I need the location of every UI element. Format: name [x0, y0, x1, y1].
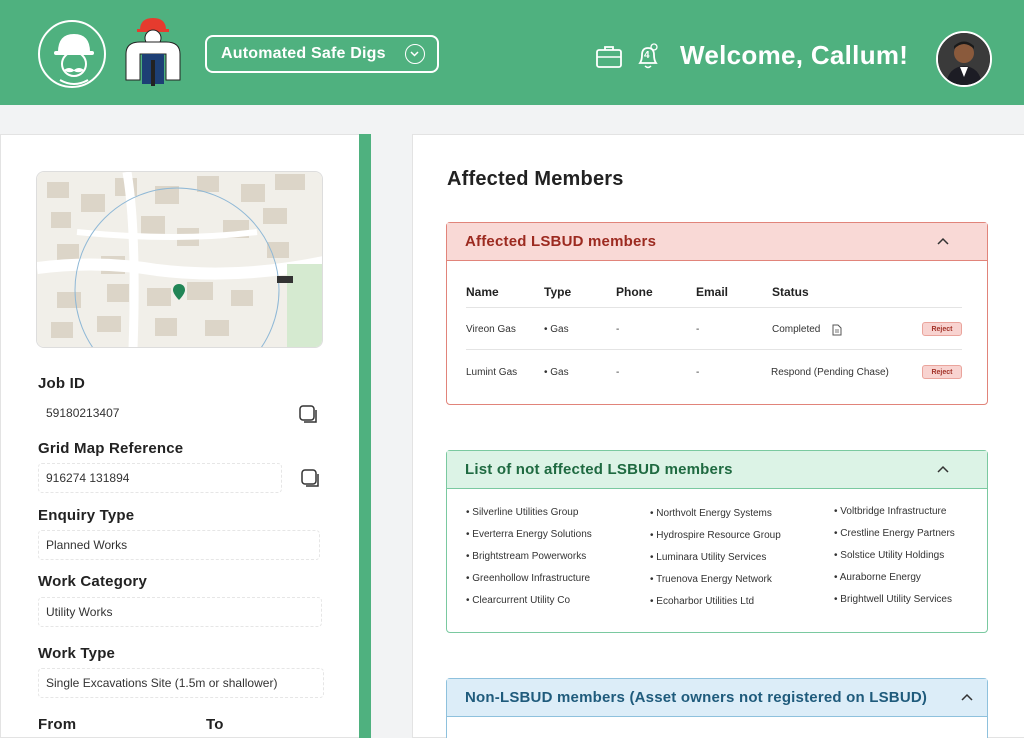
list-item: • Luminara Utility Services: [650, 552, 767, 563]
top-header: Automated Safe Digs 4 Welcome, Callum!: [0, 0, 1024, 105]
site-map[interactable]: [36, 171, 323, 348]
list-item: • Greenhollow Infrastructure: [466, 573, 591, 584]
column-header-name: Name: [466, 285, 499, 299]
member-email: -: [696, 367, 700, 378]
affected-members-header[interactable]: Affected LSBUD members: [447, 223, 987, 261]
column-header-email: Email: [696, 285, 729, 299]
list-item: • Everterra Energy Solutions: [466, 529, 592, 540]
list-item: • Brightstream Powerworks: [466, 551, 587, 562]
member-status: Respond (Pending Chase): [771, 367, 889, 378]
app-selector-dropdown[interactable]: Automated Safe Digs: [205, 35, 439, 73]
user-avatar[interactable]: [936, 31, 992, 87]
list-item: • Crestline Energy Partners: [834, 528, 955, 539]
member-phone: -: [616, 367, 620, 378]
panel-accent-bar: [359, 134, 371, 738]
list-item: • Solstice Utility Holdings: [834, 550, 945, 561]
member-email: -: [696, 324, 700, 335]
list-item: • Voltbridge Infrastructure: [834, 506, 947, 517]
affected-members-title: Affected LSBUD members: [465, 233, 657, 250]
list-item: • Northvolt Energy Systems: [650, 508, 772, 519]
chevron-up-icon[interactable]: [937, 463, 949, 475]
non-lsbud-members-title: Non-LSBUD members (Asset owners not regi…: [465, 689, 928, 706]
list-item: • Truenova Energy Network: [650, 574, 772, 585]
member-status: Completed: [772, 324, 821, 335]
document-icon[interactable]: [832, 323, 842, 336]
column-header-type: Type: [544, 285, 572, 299]
affected-members-card: Affected LSBUD members: [446, 222, 988, 405]
page-title: Affected Members: [447, 168, 624, 190]
work-type-value: Single Excavations Site (1.5m or shallow…: [38, 668, 324, 698]
non-lsbud-members-card: Non-LSBUD members (Asset owners not regi…: [446, 678, 988, 738]
member-name: Vireon Gas: [466, 324, 516, 335]
enquiry-type-label: Enquiry Type: [38, 507, 135, 524]
work-category-value: Utility Works: [38, 597, 322, 627]
list-item: • Hydrospire Resource Group: [650, 530, 781, 541]
notification-count: 4: [644, 50, 650, 61]
bell-icon[interactable]: 4: [633, 41, 663, 71]
digger-mascot-logo: [38, 20, 106, 88]
chevron-up-icon[interactable]: [937, 235, 949, 247]
non-lsbud-members-header[interactable]: Non-LSBUD members (Asset owners not regi…: [447, 679, 987, 717]
grid-ref-label: Grid Map Reference: [38, 440, 184, 457]
table-divider: [466, 307, 962, 308]
welcome-message: Welcome, Callum!: [680, 40, 909, 70]
list-item: • Brightwell Utility Services: [834, 594, 952, 605]
list-item: • Auraborne Energy: [834, 572, 921, 583]
list-item: • Silverline Utilities Group: [466, 507, 579, 518]
list-item: • Ecoharbor Utilities Ltd: [650, 596, 755, 607]
reject-button[interactable]: Reject: [922, 365, 962, 379]
member-phone: -: [616, 324, 620, 335]
work-category-label: Work Category: [38, 573, 148, 590]
worker-mascot-logo: [120, 16, 186, 90]
table-divider: [466, 349, 962, 350]
enquiry-type-value: Planned Works: [38, 530, 320, 560]
job-id-label: Job ID: [38, 375, 86, 392]
reject-button[interactable]: Reject: [922, 322, 962, 336]
member-name: Lumint Gas: [466, 367, 518, 378]
column-header-status: Status: [772, 285, 809, 299]
member-type: • Gas: [544, 367, 569, 378]
chevron-down-icon: [405, 44, 425, 64]
from-label: From: [38, 716, 77, 733]
chevron-up-icon[interactable]: [961, 691, 973, 703]
to-label: To: [206, 716, 224, 733]
app-selector-label: Automated Safe Digs: [221, 45, 386, 62]
list-item: • Clearcurrent Utility Co: [466, 595, 571, 606]
work-type-label: Work Type: [38, 645, 116, 662]
job-id-value: 59180213407: [46, 406, 120, 420]
column-header-phone: Phone: [616, 285, 653, 299]
grid-ref-value: 916274 131894: [38, 463, 282, 493]
not-affected-members-title: List of not affected LSBUD members: [465, 461, 733, 478]
not-affected-members-header[interactable]: List of not affected LSBUD members: [447, 451, 987, 489]
member-type: • Gas: [544, 324, 569, 335]
copy-icon[interactable]: [300, 468, 320, 488]
copy-icon[interactable]: [298, 404, 318, 424]
briefcase-icon[interactable]: [594, 41, 624, 71]
